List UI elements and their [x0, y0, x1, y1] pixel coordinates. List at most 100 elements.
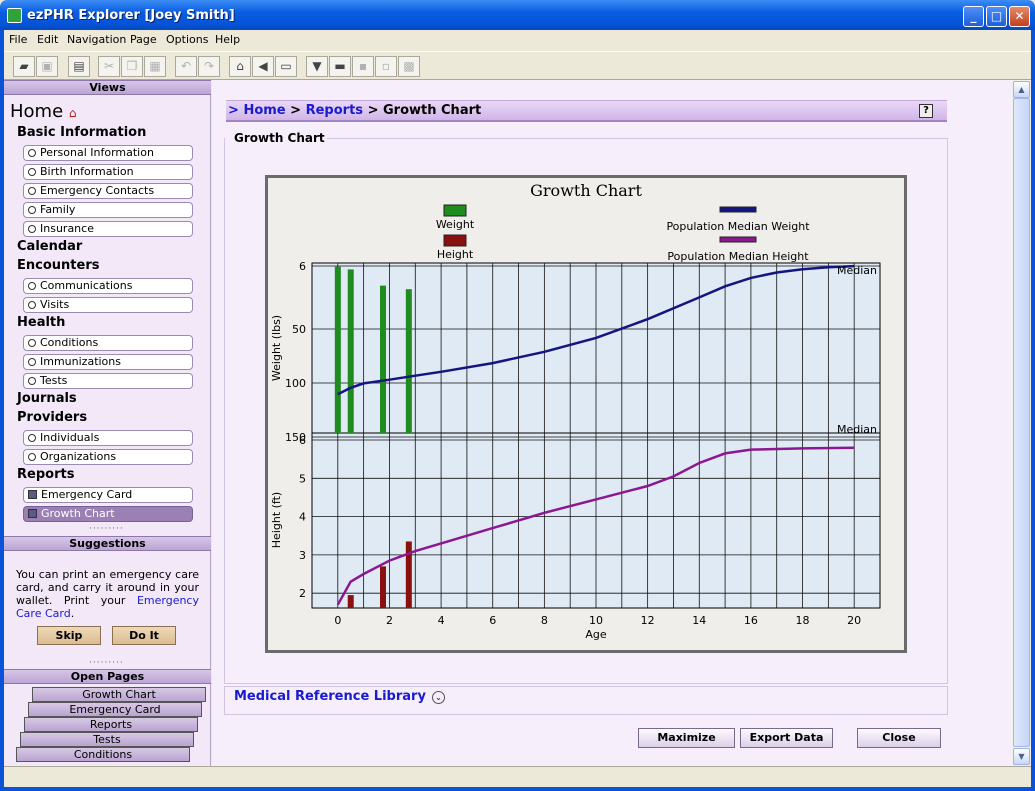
views-header: Views — [4, 80, 211, 95]
menu-help[interactable]: Help — [215, 33, 240, 46]
breadcrumb-reports-link[interactable]: Reports — [306, 103, 363, 118]
sidebar-item-label: Visits — [40, 298, 70, 311]
sidebar-item-family[interactable]: Family — [23, 202, 193, 218]
category-reports[interactable]: Reports — [17, 467, 74, 482]
window-frame-right — [1031, 30, 1035, 791]
export-data-button[interactable]: Export Data — [740, 728, 833, 748]
legend-median-height-label: Population Median Height — [667, 250, 809, 263]
breadcrumb-separator: > — [367, 103, 379, 118]
cut-icon[interactable]: ✂ — [98, 56, 120, 77]
category-encounters[interactable]: Encounters — [17, 258, 99, 273]
open-page-growth-chart[interactable]: Growth Chart — [32, 687, 206, 702]
new-record-icon[interactable]: ▼ — [306, 56, 328, 77]
paste-icon[interactable]: ▦ — [144, 56, 166, 77]
bullet-icon — [28, 149, 36, 157]
splitter-grip[interactable]: ········· — [89, 658, 124, 668]
save-as-icon[interactable]: ▫ — [375, 56, 397, 77]
print-icon[interactable]: ▤ — [68, 56, 90, 77]
legend-height-label: Height — [437, 248, 474, 261]
open-page-reports[interactable]: Reports — [24, 717, 198, 732]
vertical-scrollbar[interactable]: ▲ ▼ — [1012, 80, 1031, 766]
bullet-icon — [28, 168, 36, 176]
chart-title: Growth Chart — [530, 181, 642, 200]
bullet-icon — [28, 282, 36, 290]
suggestion-text: You can print an emergency care card, an… — [16, 568, 199, 620]
height-tick-label: 5 — [299, 472, 306, 485]
menu-options[interactable]: Options — [166, 33, 208, 46]
save-icon[interactable]: ▪ — [352, 56, 374, 77]
sidebar-item-label: Individuals — [40, 431, 100, 444]
open-page-tests[interactable]: Tests — [20, 732, 194, 747]
sidebar-item-immunizations[interactable]: Immunizations — [23, 354, 193, 370]
x-tick-label: 14 — [692, 614, 706, 627]
sidebar-item-label: Insurance — [40, 222, 94, 235]
home-link[interactable]: Home ⌂ — [10, 101, 77, 122]
bullet-icon — [28, 301, 36, 309]
menu-file[interactable]: File — [9, 33, 27, 46]
menu-edit[interactable]: Edit — [37, 33, 58, 46]
sidebar-item-birth-information[interactable]: Birth Information — [23, 164, 193, 180]
sidebar-item-label: Tests — [40, 374, 68, 387]
do-it-button[interactable]: Do It — [112, 626, 176, 645]
back-arrow-icon[interactable]: ◀ — [252, 56, 274, 77]
height-tick-label: 4 — [299, 511, 306, 524]
breadcrumb: > Home > Reports > Growth Chart ? — [226, 100, 947, 122]
sidebar-item-emergency-contacts[interactable]: Emergency Contacts — [23, 183, 193, 199]
weight-tick-label: 6 — [299, 260, 306, 273]
category-basic-information[interactable]: Basic Information — [17, 125, 146, 140]
sidebar-item-visits[interactable]: Visits — [23, 297, 193, 313]
scroll-down-icon[interactable]: ▼ — [1013, 748, 1030, 765]
delete-record-icon[interactable]: ▩ — [398, 56, 420, 77]
edit-record-icon[interactable]: ▬ — [329, 56, 351, 77]
home-label: Home — [10, 101, 64, 122]
bullet-icon — [28, 358, 36, 366]
bullet-icon — [28, 339, 36, 347]
redo-icon[interactable]: ↷ — [198, 56, 220, 77]
x-tick-label: 8 — [541, 614, 548, 627]
close-button[interactable]: Close — [857, 728, 941, 748]
help-icon[interactable]: ? — [919, 104, 933, 118]
menu-navigation[interactable]: Navigation — [67, 33, 126, 46]
menu-page[interactable]: Page — [130, 33, 157, 46]
splitter-grip[interactable]: ········· — [89, 524, 124, 534]
home-icon: ⌂ — [68, 106, 77, 120]
main-content: > Home > Reports > Growth Chart ? Growth… — [212, 80, 1012, 766]
sidebar-item-communications[interactable]: Communications — [23, 278, 193, 294]
minimize-button[interactable]: _ — [963, 6, 984, 27]
close-window-button[interactable]: ✕ — [1009, 6, 1030, 27]
legend-median-height-swatch — [719, 236, 757, 243]
category-journals[interactable]: Journals — [17, 391, 77, 406]
sidebar-item-conditions[interactable]: Conditions — [23, 335, 193, 351]
sidebar-item-personal-information[interactable]: Personal Information — [23, 145, 193, 161]
skip-button[interactable]: Skip — [37, 626, 101, 645]
bullet-icon — [28, 225, 36, 233]
maximize-button[interactable]: Maximize — [638, 728, 735, 748]
open-folder-icon[interactable]: ▰ — [13, 56, 35, 77]
open-pages-header: Open Pages — [4, 669, 211, 684]
home-icon[interactable]: ⌂ — [229, 56, 251, 77]
medical-reference-library-toggle[interactable]: Medical Reference Library ⌄ — [234, 689, 449, 704]
sidebar-item-individuals[interactable]: Individuals — [23, 430, 193, 446]
sidebar-item-emergency-card[interactable]: Emergency Card — [23, 487, 193, 503]
sidebar-item-insurance[interactable]: Insurance — [23, 221, 193, 237]
scrollbar-thumb[interactable] — [1013, 98, 1030, 747]
sidebar-item-organizations[interactable]: Organizations — [23, 449, 193, 465]
copy-page-icon[interactable]: ▣ — [36, 56, 58, 77]
favorites-folder-icon[interactable]: ▭ — [275, 56, 297, 77]
category-health[interactable]: Health — [17, 315, 65, 330]
open-page-emergency-card[interactable]: Emergency Card — [28, 702, 202, 717]
category-calendar[interactable]: Calendar — [17, 239, 82, 254]
undo-icon[interactable]: ↶ — [175, 56, 197, 77]
open-page-conditions[interactable]: Conditions — [16, 747, 190, 762]
sidebar-item-tests[interactable]: Tests — [23, 373, 193, 389]
app-icon — [7, 8, 22, 23]
category-providers[interactable]: Providers — [17, 410, 87, 425]
bullet-icon — [28, 377, 36, 385]
sidebar-item-growth-chart[interactable]: Growth Chart — [23, 506, 193, 522]
height-bar — [347, 595, 354, 608]
copy-icon[interactable]: ❐ — [121, 56, 143, 77]
median-height-label: Median — [837, 423, 877, 436]
scroll-up-icon[interactable]: ▲ — [1013, 81, 1030, 98]
maximize-window-button[interactable]: □ — [986, 6, 1007, 27]
breadcrumb-home-link[interactable]: Home — [243, 103, 285, 118]
